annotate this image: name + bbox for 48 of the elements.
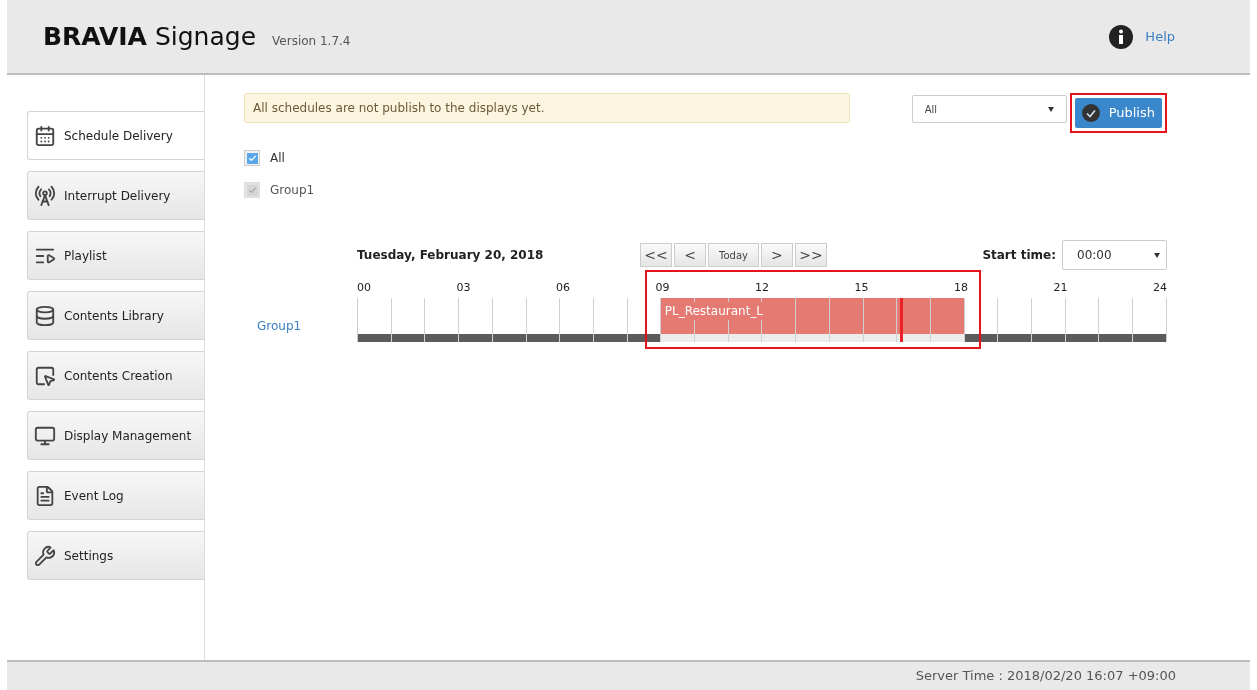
notice-banner: All schedules are not publish to the displays yet. xyxy=(244,93,850,123)
window-pointer-icon xyxy=(34,364,56,387)
nav-button[interactable]: >> xyxy=(794,243,827,267)
monitor-icon xyxy=(34,424,56,447)
hour-label: 24 xyxy=(1153,280,1167,296)
version-label: Version 1.7.4 xyxy=(272,32,351,50)
database-icon xyxy=(34,304,56,327)
dropdown-caret-icon xyxy=(1047,106,1054,112)
broadcast-tower-icon xyxy=(34,184,56,207)
hour-label: 12 xyxy=(755,280,769,296)
server-time: Server Time : 2018/02/20 16:07 +09:00 xyxy=(915,667,1176,686)
checkbox-label: All xyxy=(270,150,285,167)
sidebar-item[interactable]: Event Log xyxy=(27,471,204,520)
nav-button[interactable]: < xyxy=(674,243,706,267)
checkmark-icon xyxy=(247,185,257,195)
nav-button[interactable]: Today xyxy=(708,243,759,267)
info-icon[interactable] xyxy=(1109,24,1134,49)
hour-label: 03 xyxy=(456,280,471,296)
checkbox-label: Group1 xyxy=(270,182,315,199)
dropdown-caret-icon xyxy=(1154,252,1160,258)
hour-label: 18 xyxy=(954,280,968,296)
date-label: Tuesday, February 20, 2018 xyxy=(357,247,545,264)
sidebar-item[interactable]: Interrupt Delivery xyxy=(27,171,204,220)
hour-label: 15 xyxy=(854,280,869,296)
sidebar-item[interactable]: Contents Creation xyxy=(27,351,204,400)
nav-button[interactable]: << xyxy=(640,243,672,267)
sidebar-item[interactable]: Display Management xyxy=(27,411,204,460)
hour-label: 00 xyxy=(357,280,371,296)
publish-button[interactable]: Publish xyxy=(1074,98,1162,128)
sidebar-item[interactable]: Contents Library xyxy=(27,291,204,340)
start-time-dropdown[interactable]: 00:00 xyxy=(1062,240,1167,270)
sidebar-item[interactable]: Settings xyxy=(27,531,204,580)
wrench-icon xyxy=(34,544,56,567)
nav-button[interactable]: > xyxy=(760,243,793,267)
checkmark-icon xyxy=(247,153,257,163)
hour-label: 09 xyxy=(655,280,670,296)
sidebar-item[interactable]: Playlist xyxy=(27,231,204,280)
check-circle-icon xyxy=(1081,104,1100,122)
start-time-label: Start time: xyxy=(982,247,1056,264)
checkbox[interactable] xyxy=(244,150,260,166)
sidebar-item[interactable]: Schedule Delivery xyxy=(27,111,204,160)
hour-label: 06 xyxy=(556,280,570,296)
hour-label: 21 xyxy=(1053,280,1068,296)
calendar-icon xyxy=(34,124,56,147)
group-link[interactable]: Group1 xyxy=(244,319,302,333)
document-icon xyxy=(34,484,56,507)
app-title: BRAVIA Signage xyxy=(43,20,257,53)
filter-dropdown[interactable]: All xyxy=(911,95,1067,123)
